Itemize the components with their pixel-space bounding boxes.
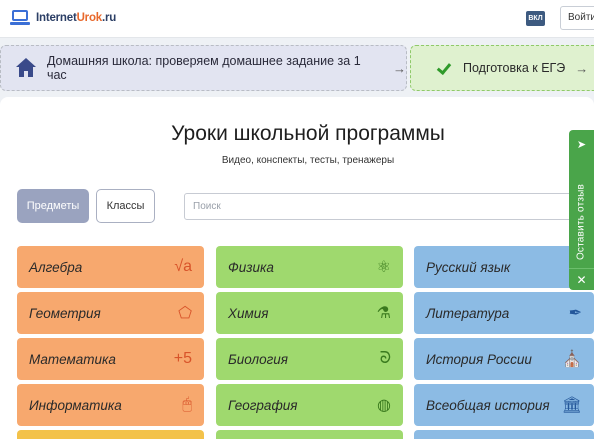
subject-russian-history[interactable]: История России ⛪	[414, 338, 594, 380]
subject-label: Литература	[426, 305, 510, 321]
arrow-right-icon: →	[393, 60, 406, 76]
subject-label: Химия	[228, 305, 269, 321]
subject-world-history[interactable]: Всеобщая история 🏛	[414, 384, 594, 426]
subject-geography[interactable]: География ◍	[216, 384, 403, 426]
tab-classes[interactable]: Классы	[96, 189, 155, 223]
atom-icon: ⚛	[376, 259, 391, 276]
column-building-icon: 🏛	[561, 397, 582, 414]
subject-physics[interactable]: Физика ⚛	[216, 246, 403, 288]
subject-biology[interactable]: Биология ᘐ	[216, 338, 403, 380]
subject-label: Алгебра	[29, 259, 83, 275]
subject-mathematics[interactable]: Математика +5	[17, 338, 204, 380]
subject-russian[interactable]: Русский язык	[414, 246, 594, 288]
subject-tile-partial[interactable]	[17, 430, 204, 439]
close-icon[interactable]: ✕	[569, 268, 594, 290]
top-bar: InternetUrok.ru ВКЛ Войти	[0, 0, 594, 38]
subject-label: Информатика	[29, 397, 122, 413]
subject-label: Математика	[29, 351, 116, 367]
logo-text: InternetUrok.ru	[36, 12, 117, 24]
tab-subjects[interactable]: Предметы	[17, 189, 89, 223]
subject-informatics[interactable]: Информатика 🖱	[17, 384, 204, 426]
subject-algebra[interactable]: Алгебра √a	[17, 246, 204, 288]
house-icon	[15, 58, 37, 78]
site-logo[interactable]: InternetUrok.ru	[10, 8, 116, 28]
home-school-label: Домашняя школа: проверяем домашнее задан…	[46, 54, 361, 82]
subject-label: Русский язык	[426, 259, 511, 275]
page-subtitle: Видео, конспекты, тесты, тренажеры	[221, 155, 395, 166]
search-input[interactable]	[184, 193, 594, 220]
subject-tile-partial[interactable]	[216, 430, 403, 439]
check-icon	[437, 61, 451, 75]
subject-geometry[interactable]: Геометрия ⬠	[17, 292, 204, 334]
page-title: Уроки школьной программы	[171, 122, 445, 145]
subject-chemistry[interactable]: Химия ⚗	[216, 292, 403, 334]
subject-tile-partial[interactable]	[414, 430, 594, 439]
flask-icon: ⚗	[376, 305, 391, 322]
send-icon: ➤	[576, 139, 587, 151]
church-icon: ⛪	[562, 351, 582, 368]
subject-label: Геометрия	[29, 305, 101, 321]
accessibility-icon[interactable]: ВКЛ	[526, 11, 545, 26]
laptop-logo-icon	[10, 8, 32, 28]
feedback-label: Оставить отзыв	[575, 183, 587, 261]
sqrt-a-icon: √a	[174, 258, 192, 275]
mouse-icon: 🖱	[182, 396, 192, 413]
subject-literature[interactable]: Литература ✒	[414, 292, 594, 334]
subject-label: Всеобщая история	[426, 397, 550, 413]
pen-icon: ✒	[568, 305, 582, 322]
polyhedron-icon: ⬠	[178, 305, 192, 322]
globe-icon: ◍	[377, 397, 391, 414]
ege-label: Подготовка к ЕГЭ	[463, 61, 566, 75]
home-school-banner[interactable]: Домашняя школа: проверяем домашнее задан…	[0, 45, 407, 91]
login-button[interactable]: Войти	[560, 6, 594, 30]
arrow-right-icon: →	[575, 60, 589, 76]
subject-label: География	[228, 397, 298, 413]
feedback-widget[interactable]: ➤ Оставить отзыв ✕	[569, 130, 594, 290]
subject-label: Биология	[228, 351, 289, 367]
dna-icon: ᘐ	[379, 350, 391, 367]
subject-label: Физика	[228, 259, 274, 275]
subject-label: История России	[426, 351, 532, 367]
plus-five-icon: +5	[173, 350, 192, 367]
ege-banner[interactable]: Подготовка к ЕГЭ →	[410, 45, 594, 91]
